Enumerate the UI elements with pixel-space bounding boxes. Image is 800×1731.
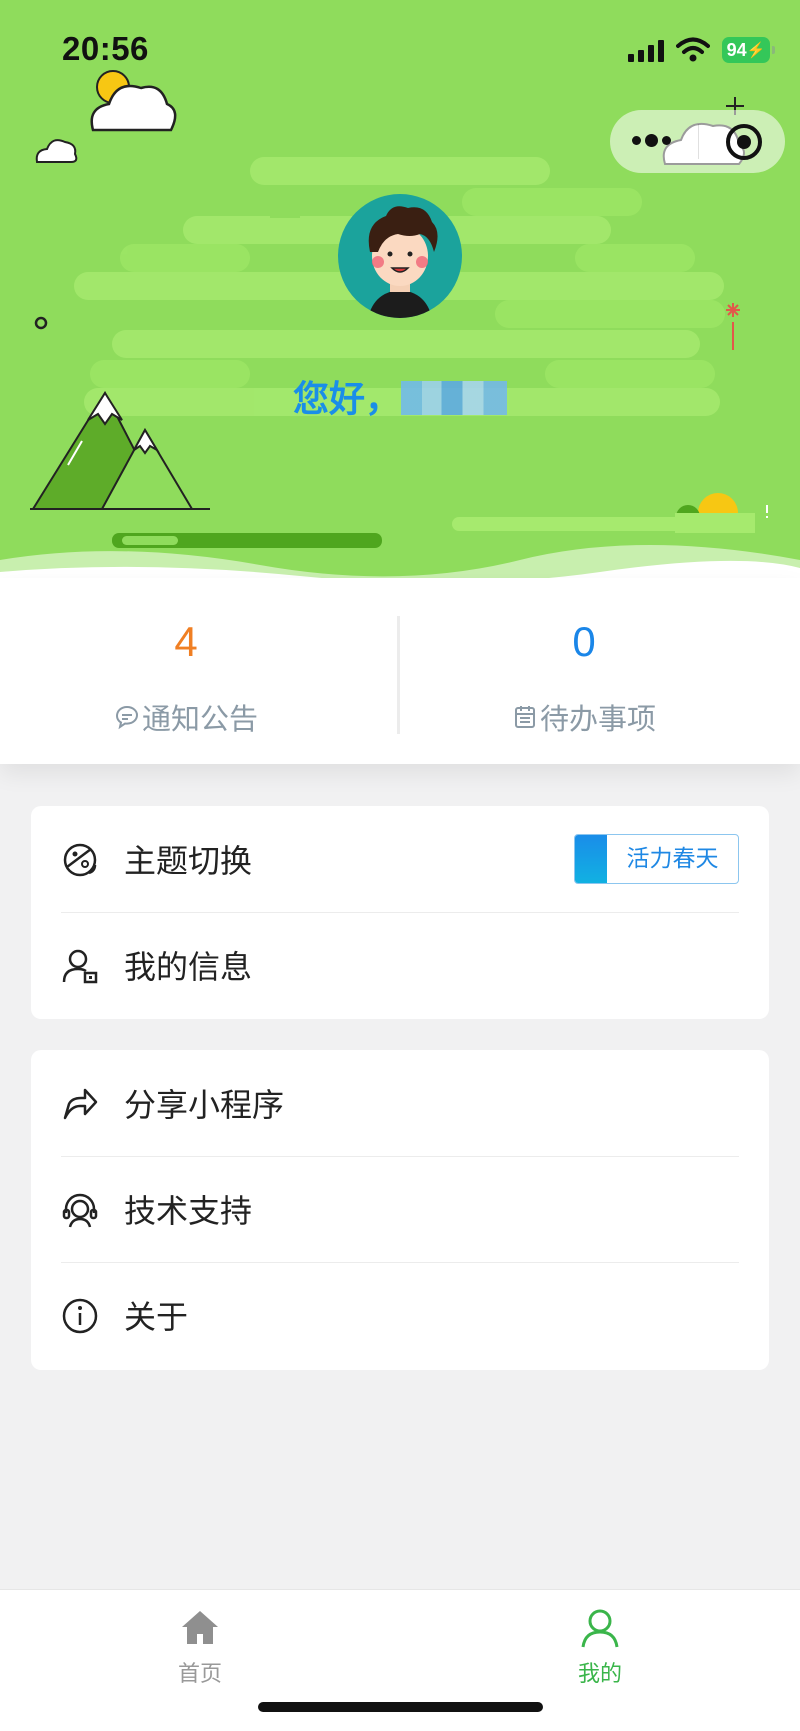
palette-icon	[63, 843, 97, 877]
todos-label: 待办事项	[539, 702, 656, 736]
miniprogram-capsule[interactable]	[610, 110, 785, 173]
notices-count: 4	[174, 618, 198, 665]
menu-item-profile[interactable]: 我的信息	[31, 912, 769, 1018]
theme-badge[interactable]: 活力春天	[574, 834, 739, 884]
headset-icon	[62, 1193, 98, 1228]
user-id-icon	[62, 949, 98, 984]
home-icon	[182, 1611, 218, 1644]
user-icon	[581, 1609, 619, 1648]
share-arrow-icon	[63, 1088, 98, 1120]
menu-label-profile: 我的信息	[124, 948, 253, 986]
theme-name: 活力春天	[626, 846, 719, 872]
cellular-signal-icon	[628, 38, 664, 62]
notices-label: 通知公告	[141, 702, 258, 736]
menu-item-share[interactable]: 分享小程序	[31, 1050, 769, 1156]
close-miniprogram-icon[interactable]	[726, 124, 762, 160]
stats-card: 4 通知公告 0 待办事项	[0, 578, 800, 764]
tab-me-label: 我的	[577, 1662, 622, 1687]
status-bar: 20:56 94 ⚡	[0, 0, 800, 100]
chat-bubble-icon	[115, 705, 138, 730]
menu-label-theme: 主题切换	[124, 842, 253, 880]
more-menu-icon[interactable]	[632, 134, 671, 147]
menu-label-about: 关于	[124, 1298, 189, 1336]
wifi-icon	[676, 37, 710, 62]
calendar-icon	[514, 706, 535, 728]
menu-item-support[interactable]: 技术支持	[31, 1156, 769, 1262]
todos-count: 0	[572, 618, 596, 665]
menu-item-about[interactable]: 关于	[31, 1262, 769, 1368]
avatar-illustration	[368, 206, 438, 318]
menu-item-theme[interactable]: 主题切换 活力春天	[31, 806, 769, 912]
status-icons: 94 ⚡	[628, 34, 775, 66]
status-time: 20:56	[62, 30, 149, 67]
theme-color-swatch	[575, 835, 607, 883]
tab-home-label: 首页	[177, 1662, 222, 1687]
menu-label-support: 技术支持	[124, 1192, 253, 1230]
battery-indicator: 94 ⚡	[722, 37, 775, 63]
greeting-text: 您好，	[0, 370, 800, 422]
greeting-label: 您好，	[292, 379, 401, 420]
home-indicator	[258, 1702, 543, 1712]
redacted-username	[401, 381, 507, 415]
tab-home[interactable]: 首页	[100, 1606, 300, 1688]
settings-card: 主题切换 活力春天 我的信息	[31, 806, 769, 1019]
info-icon	[62, 1298, 98, 1334]
menu-label-share: 分享小程序	[124, 1086, 285, 1124]
todos-stat[interactable]: 0 待办事项	[400, 578, 800, 764]
misc-card: 分享小程序 技术支持 关于	[31, 1050, 769, 1370]
avatar[interactable]	[338, 194, 462, 318]
tab-me[interactable]: 我的	[500, 1606, 700, 1688]
notices-stat[interactable]: 4 通知公告	[0, 578, 400, 764]
battery-level: 94	[726, 39, 747, 60]
profile-header: 20:56 94 ⚡ 您好，	[0, 0, 800, 580]
